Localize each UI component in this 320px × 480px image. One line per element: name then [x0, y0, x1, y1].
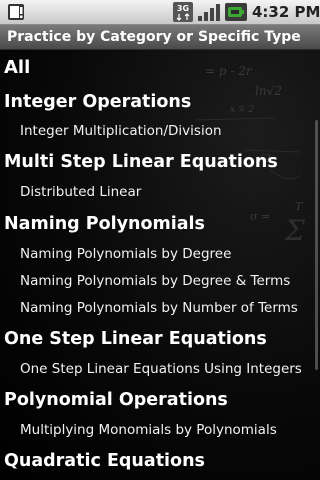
list-item-type[interactable]: Naming Polynomials by Degree & Terms	[0, 268, 320, 294]
svg-text:3G: 3G	[177, 4, 189, 13]
page-title: Practice by Category or Specific Type	[7, 29, 301, 45]
list-item-type[interactable]: Naming Polynomials by Number of Terms	[0, 295, 320, 321]
list-item-category[interactable]: All	[0, 54, 320, 82]
list-item-category[interactable]: Integer Operations	[0, 88, 320, 116]
list-item-category[interactable]: Naming Polynomials	[0, 210, 320, 238]
clock-time: 4:32 PM	[252, 3, 320, 21]
list-scrollbar[interactable]	[315, 120, 318, 370]
signal-strength-icon	[198, 4, 220, 21]
list-item-category[interactable]: One Step Linear Equations	[0, 325, 320, 353]
list-item-type[interactable]: One Step Linear Equations Using Integers	[0, 356, 320, 382]
3g-data-icon: 3G	[173, 2, 193, 22]
list-item-type[interactable]: Naming Polynomials by Degree	[0, 241, 320, 267]
list-item-category[interactable]: Quadratic Equations	[0, 447, 320, 475]
list-item-type[interactable]: Multiplying Monomials by Polynomials	[0, 417, 320, 443]
list-item-type[interactable]: Integer Multiplication/Division	[0, 118, 320, 144]
title-bar: Practice by Category or Specific Type	[0, 25, 320, 50]
battery-charging-icon	[225, 3, 247, 21]
list-item-category[interactable]: Polynomial Operations	[0, 386, 320, 414]
category-list-screen: = p - 2r ln√2 x ∓ 2 · √2 σ = Σ T All Int…	[0, 50, 320, 480]
notification-icon[interactable]	[7, 3, 25, 21]
status-bar: 3G 4:32 PM	[0, 0, 320, 25]
list-item-category[interactable]: Multi Step Linear Equations	[0, 148, 320, 176]
list-item-type[interactable]: Distributed Linear	[0, 179, 320, 205]
